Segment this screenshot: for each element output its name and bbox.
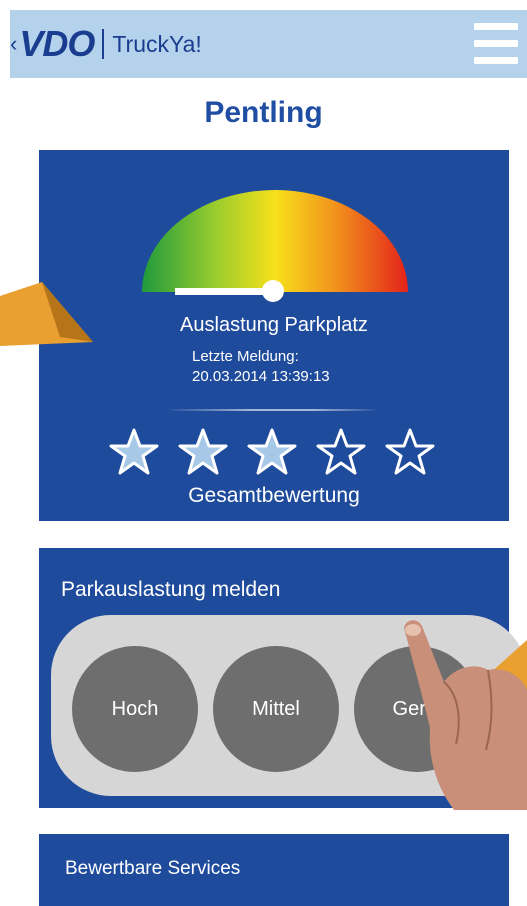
hamburger-menu-icon[interactable] — [474, 23, 518, 65]
callout-arrow-left — [0, 282, 93, 346]
option-mittel-button[interactable]: Mittel — [213, 646, 339, 772]
brand-name: TruckYa! — [112, 30, 202, 57]
option-hoch-button[interactable]: Hoch — [72, 646, 198, 772]
divider — [170, 409, 375, 411]
star-filled-icon — [109, 428, 159, 475]
pointing-hand-image — [404, 620, 527, 810]
star-filled-icon — [178, 428, 228, 475]
last-report-caption: Letzte Meldung: — [192, 348, 299, 365]
gauge-needle-knob — [262, 280, 284, 302]
star-empty-icon — [385, 428, 435, 475]
star-empty-icon — [316, 428, 366, 475]
report-occupancy-label: Parkauslastung melden — [61, 578, 281, 601]
logo-divider — [102, 29, 105, 59]
rateable-services-label: Bewertbare Services — [65, 858, 241, 879]
occupancy-gauge — [142, 190, 408, 302]
star-filled-icon — [247, 428, 297, 475]
overall-rating-label: Gesamtbewertung — [188, 484, 360, 507]
app-header: ‹ VDO TruckYa! — [10, 10, 527, 78]
gauge-needle — [175, 288, 273, 295]
rateable-services-card[interactable]: Bewertbare Services — [39, 834, 509, 906]
star-rating — [109, 428, 439, 476]
page-title: Pentling — [204, 96, 323, 129]
last-report-time: 20.03.2014 13:39:13 — [192, 368, 330, 385]
gauge-label: Auslastung Parkplatz — [180, 314, 368, 336]
vdo-truckya-logo[interactable]: ‹ VDO TruckYa! — [10, 23, 202, 64]
chevron-left-icon[interactable]: ‹ — [10, 31, 17, 57]
parking-status-card: Auslastung Parkplatz Letzte Meldung: 20.… — [39, 150, 509, 521]
vdo-logo-text: VDO — [19, 23, 95, 64]
